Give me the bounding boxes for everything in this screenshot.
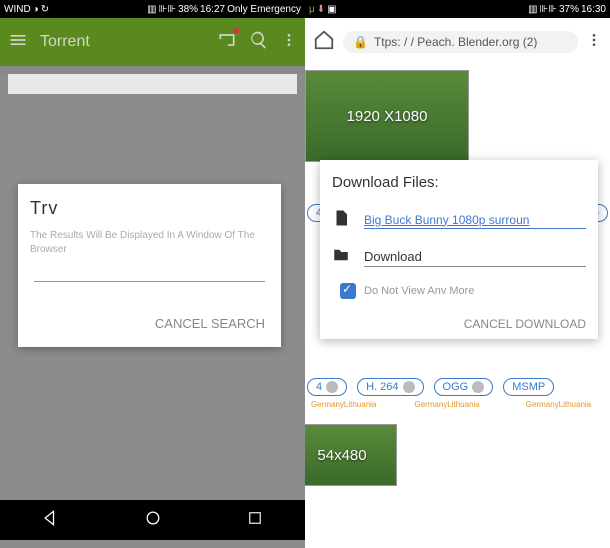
menu-icon[interactable] — [8, 30, 28, 55]
thumb-resolution: 1920 X1080 — [347, 108, 428, 125]
folder-link[interactable]: Download — [364, 249, 586, 267]
video-thumbnail-main[interactable]: 1920 X1080 — [305, 70, 469, 162]
caption: GermanyLithuania — [311, 400, 376, 409]
right-phone-screen: μ ⬇ ▣ ▥ ⊪⊪ 37% 16:30 🔒 Ttps: / / Peach. … — [305, 0, 610, 540]
input-underline[interactable] — [34, 281, 265, 282]
dialog-title: Download Files: — [332, 174, 586, 191]
cancel-button[interactable]: CANCEL — [155, 316, 207, 331]
checkbox-label: Do Not View Anv More — [364, 285, 474, 297]
signal-icon: ⊪⊪ — [540, 4, 557, 15]
browser-toolbar: 🔒 Ttps: / / Peach. Blender.org (2) — [305, 18, 610, 66]
download-icon: ⬇ — [317, 4, 325, 15]
wifi-icon: ◑ — [33, 4, 39, 15]
disc-icon — [472, 381, 484, 393]
nfc-icon: ▥ — [147, 4, 156, 15]
disc-icon — [403, 381, 415, 393]
pill-4-b[interactable]: 4 — [307, 378, 347, 396]
app-bar: Torrent — [0, 18, 305, 66]
misc-icon: ▣ — [327, 4, 336, 15]
video-thumbnail-small[interactable]: 54x480 — [305, 424, 397, 486]
clock: 16:30 — [581, 4, 606, 15]
file-icon — [332, 209, 350, 232]
url-text: Ttps: / / Peach. Blender.org (2) — [374, 35, 537, 49]
app-title: Torrent — [40, 33, 205, 51]
caption: GermanyLithuania — [526, 400, 591, 409]
checkbox-row[interactable]: Do Not View Anv More — [340, 283, 586, 299]
thumb-resolution: 54x480 — [317, 447, 366, 464]
content-strip — [8, 74, 297, 94]
folder-row: Download — [332, 246, 586, 269]
folder-icon — [332, 246, 350, 269]
lock-icon: 🔒 — [353, 35, 368, 49]
sync-icon: ↻ — [41, 4, 49, 15]
browser-home-icon[interactable] — [313, 29, 335, 56]
pill-ogg[interactable]: OGG — [434, 378, 494, 396]
dialog-title: Trv — [30, 198, 269, 219]
search-dialog: Trv The Results Will Be Displayed In A W… — [18, 184, 281, 347]
checkbox-icon[interactable] — [340, 283, 356, 299]
download-button[interactable]: DOWNLOAD — [515, 317, 586, 331]
battery-pct: 37% — [559, 4, 579, 15]
recents-button[interactable] — [246, 509, 264, 532]
battery-pct: 38% — [178, 4, 198, 15]
caption: GermanyLithuania — [414, 400, 479, 409]
home-button[interactable] — [143, 508, 163, 533]
disc-icon — [326, 381, 338, 393]
android-nav-bar — [0, 500, 305, 540]
status-bar: WIND ◑ ↻ ▥ ⊪⊪ 38% 16:27 Only Emergency — [0, 0, 305, 18]
dialog-body-text: The Results Will Be Displayed In A Windo… — [30, 229, 269, 257]
search-button[interactable]: SEARCH — [211, 316, 265, 331]
back-button[interactable] — [41, 508, 61, 533]
search-icon[interactable] — [249, 30, 269, 55]
pill-msmp[interactable]: MSMP — [503, 378, 554, 396]
cast-icon[interactable] — [217, 30, 237, 55]
file-row: Big Buck Bunny 1080p surroun — [332, 209, 586, 232]
clock: 16:27 — [200, 4, 225, 15]
network-status: Only Emergency — [227, 4, 301, 15]
carrier-label: WIND — [4, 4, 31, 15]
overflow-icon[interactable] — [586, 30, 602, 55]
overflow-icon[interactable] — [281, 30, 297, 55]
pill-h264[interactable]: H. 264 — [357, 378, 423, 396]
utorrent-icon: μ — [309, 4, 315, 15]
format-row-bottom: 4 H. 264 OGG MSMP — [305, 374, 606, 400]
status-bar: μ ⬇ ▣ ▥ ⊪⊪ 37% 16:30 — [305, 0, 610, 18]
url-bar[interactable]: 🔒 Ttps: / / Peach. Blender.org (2) — [343, 31, 578, 53]
cancel-button[interactable]: CANCEL — [464, 317, 512, 331]
file-name-link[interactable]: Big Buck Bunny 1080p surroun — [364, 213, 586, 229]
download-dialog: Download Files: Big Buck Bunny 1080p sur… — [320, 160, 598, 339]
left-phone-screen: WIND ◑ ↻ ▥ ⊪⊪ 38% 16:27 Only Emergency T… — [0, 0, 305, 540]
nfc-icon: ▥ — [528, 4, 537, 15]
signal-icon: ⊪⊪ — [159, 4, 176, 15]
